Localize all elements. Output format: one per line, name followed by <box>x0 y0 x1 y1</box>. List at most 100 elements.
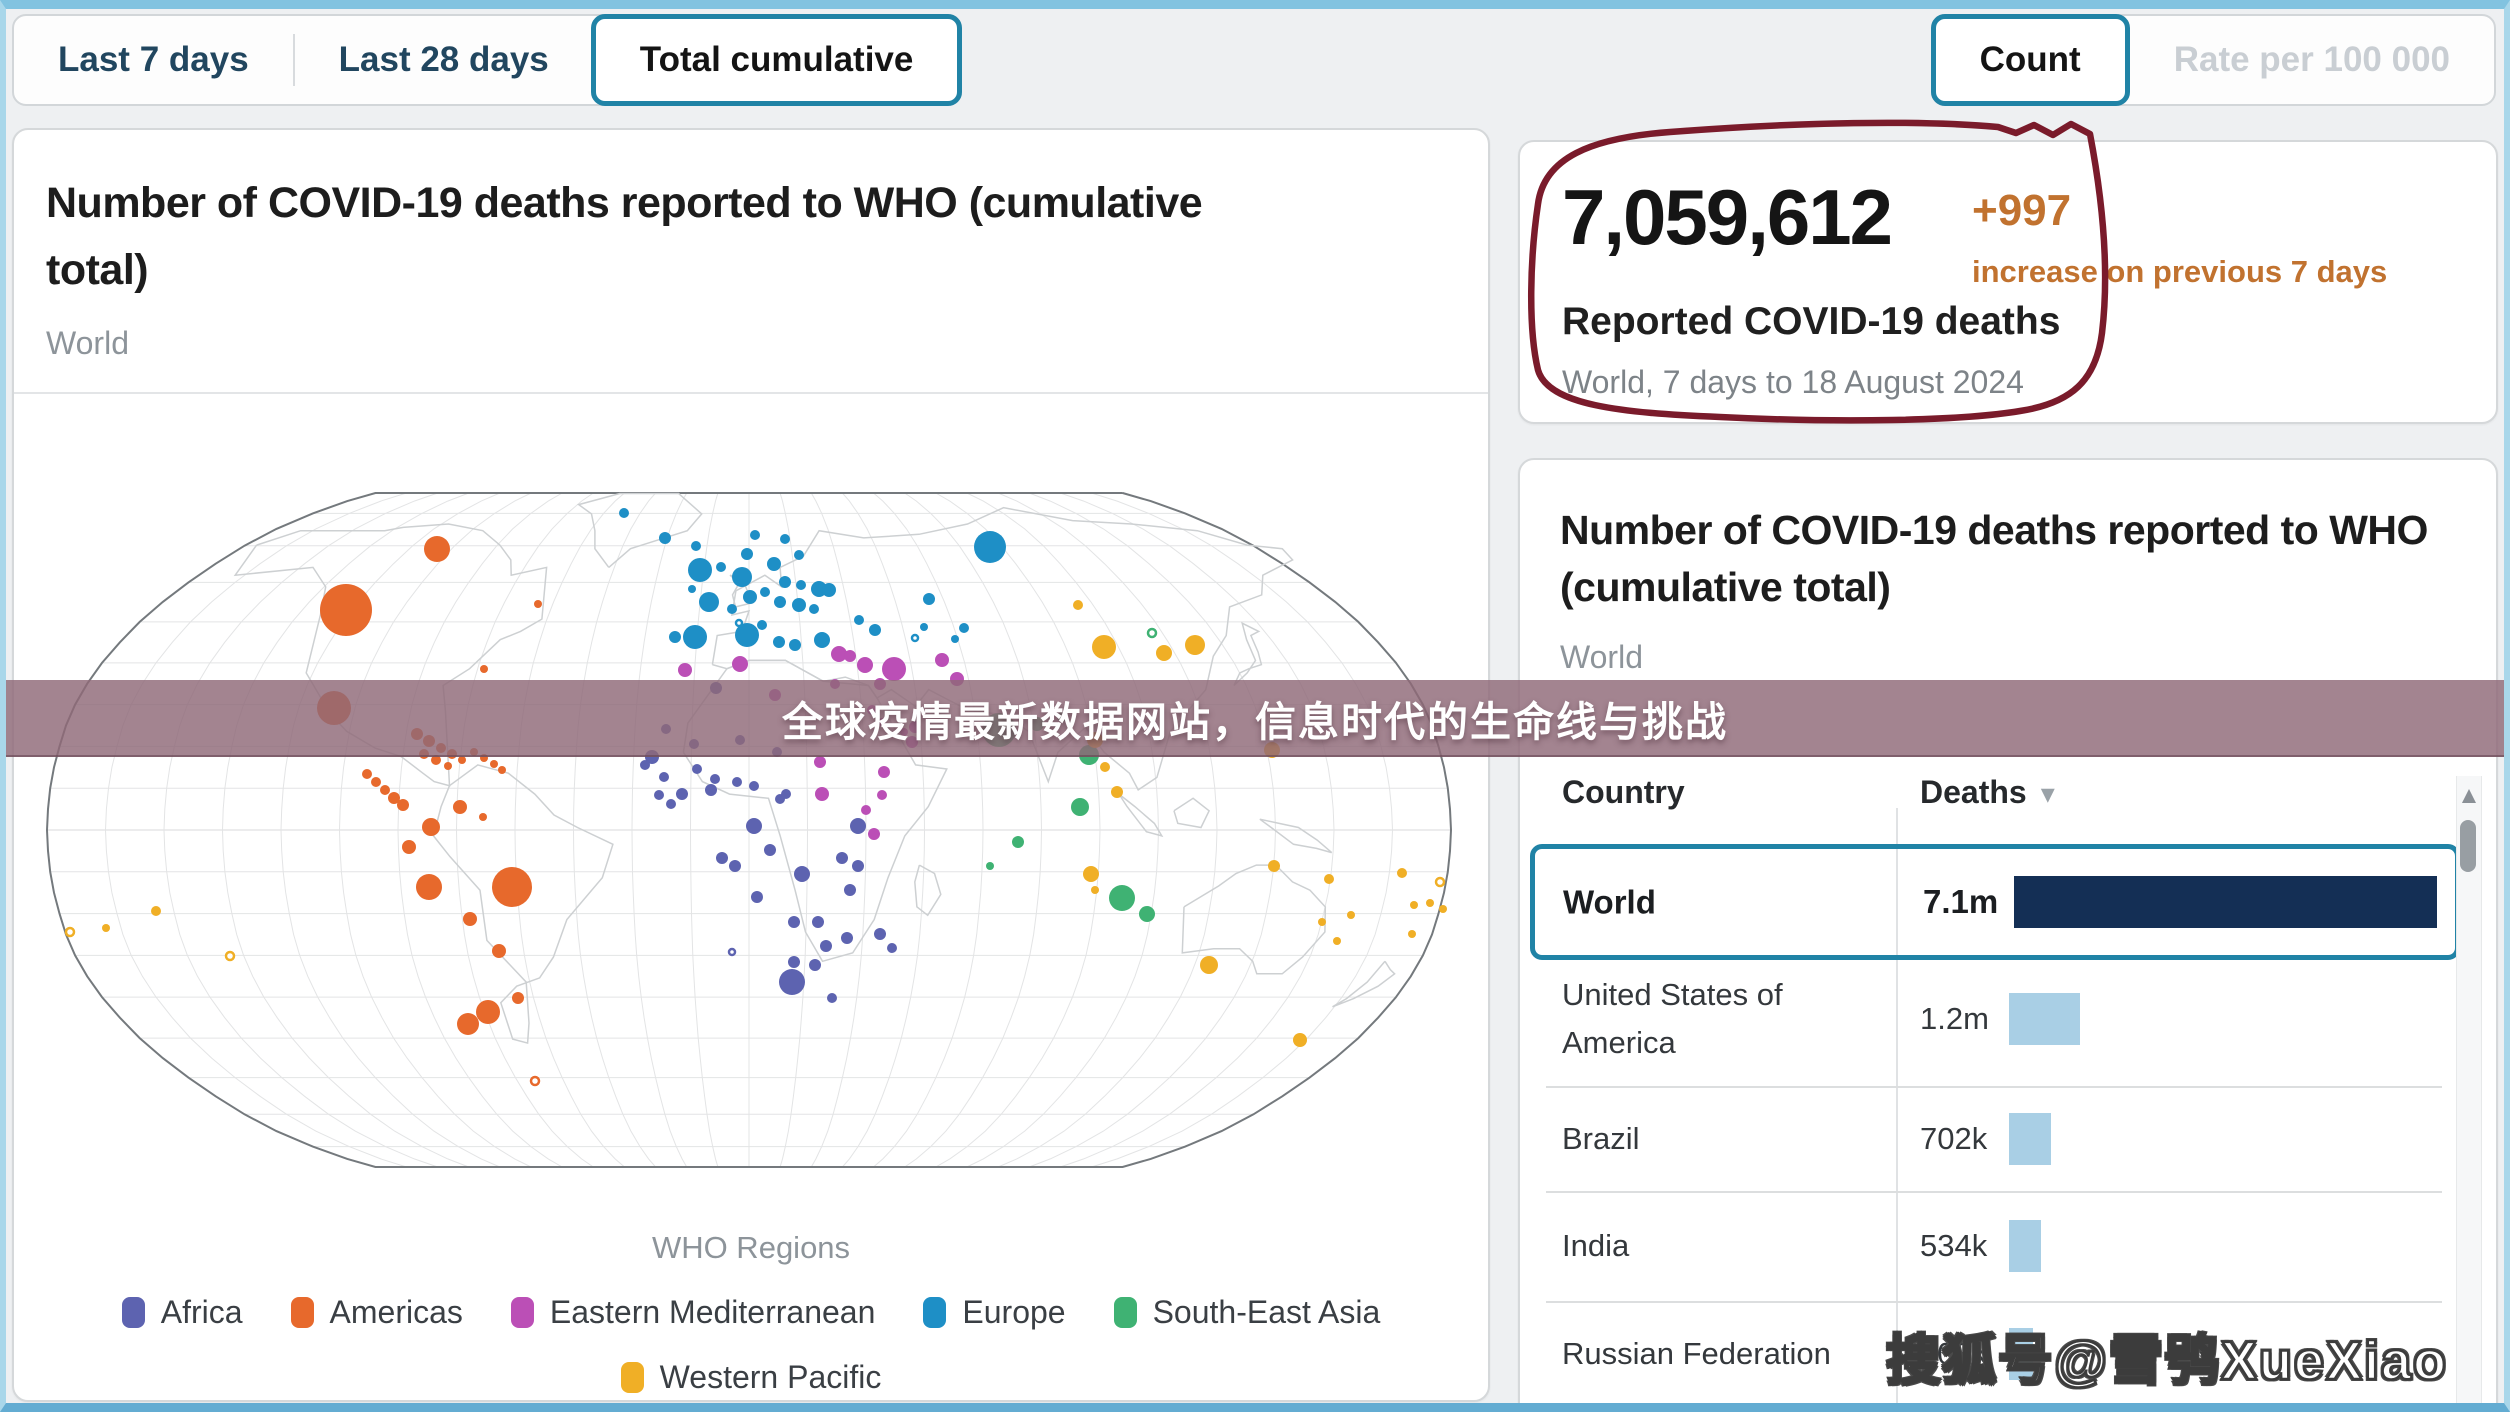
country-bubble-amr[interactable] <box>320 584 372 636</box>
country-bubble-eur[interactable] <box>691 541 701 551</box>
country-bubble-eur[interactable] <box>869 624 881 636</box>
country-bubble-eur[interactable] <box>789 639 801 651</box>
country-bubble-afr[interactable] <box>732 777 742 787</box>
country-bubble-sea[interactable] <box>1139 906 1155 922</box>
country-bubble-eur[interactable] <box>683 625 707 649</box>
country-bubble-amr[interactable] <box>457 1013 479 1035</box>
country-bubble-afr[interactable] <box>809 959 821 971</box>
legend-item-americas[interactable]: Americas <box>290 1294 463 1331</box>
country-bubble-amr[interactable] <box>492 944 506 958</box>
country-bubble-emr[interactable] <box>732 656 748 672</box>
country-bubble-wpr[interactable] <box>1426 899 1434 907</box>
country-bubble-afr[interactable] <box>836 852 848 864</box>
country-bubble-emr[interactable] <box>868 828 880 840</box>
country-bubble-eur[interactable] <box>688 558 712 582</box>
country-bubble-wpr[interactable] <box>1318 918 1326 926</box>
table-scrollbar[interactable]: ▲ <box>2456 776 2482 1406</box>
country-bubble-eur[interactable] <box>780 534 790 544</box>
country-bubble-afr[interactable] <box>692 764 702 774</box>
country-bubble-amr[interactable] <box>463 912 477 926</box>
country-bubble-amr[interactable] <box>492 867 532 907</box>
tab-total-cumulative[interactable]: Total cumulative <box>590 14 963 106</box>
country-bubble-eur[interactable] <box>923 593 935 605</box>
country-bubble-afr[interactable] <box>781 789 791 799</box>
country-bubble-emr[interactable] <box>857 657 873 673</box>
country-bubble-sea[interactable] <box>1146 627 1158 639</box>
country-bubble-emr[interactable] <box>878 766 890 778</box>
country-bubble-wpr[interactable] <box>1410 901 1418 909</box>
country-bubble-afr[interactable] <box>788 916 800 928</box>
table-row-united-states-of-america[interactable]: United States of America 1.2m <box>1520 952 2460 1086</box>
country-bubble-afr[interactable] <box>716 852 728 864</box>
scrollbar-up-icon[interactable]: ▲ <box>2457 782 2481 810</box>
country-bubble-eur[interactable] <box>822 583 836 597</box>
country-bubble-amr[interactable] <box>529 1075 541 1087</box>
country-bubble-amr[interactable] <box>416 874 442 900</box>
country-bubble-afr[interactable] <box>820 940 832 952</box>
country-bubble-afr[interactable] <box>827 993 837 1003</box>
country-bubble-amr[interactable] <box>534 600 542 608</box>
country-bubble-eur[interactable] <box>743 590 757 604</box>
country-bubble-amr[interactable] <box>380 785 390 795</box>
table-row-world[interactable]: World 7.1m <box>1530 844 2460 960</box>
country-bubble-afr[interactable] <box>779 969 805 995</box>
country-bubble-sea[interactable] <box>1012 836 1024 848</box>
country-bubble-wpr[interactable] <box>1268 860 1280 872</box>
country-bubble-afr[interactable] <box>705 784 717 796</box>
tab-last-28-days[interactable]: Last 28 days <box>295 16 593 104</box>
country-bubble-eur[interactable] <box>688 585 696 593</box>
country-bubble-afr[interactable] <box>654 790 664 800</box>
country-bubble-wpr[interactable] <box>1185 635 1205 655</box>
country-bubble-afr[interactable] <box>746 818 762 834</box>
country-bubble-afr[interactable] <box>841 932 853 944</box>
country-bubble-eur[interactable] <box>699 592 719 612</box>
country-bubble-afr[interactable] <box>887 943 897 953</box>
country-bubble-eur[interactable] <box>659 532 671 544</box>
country-bubble-afr[interactable] <box>666 799 676 809</box>
country-bubble-wpr[interactable] <box>1324 874 1334 884</box>
country-bubble-eur[interactable] <box>773 636 785 648</box>
country-bubble-wpr[interactable] <box>1156 645 1172 661</box>
country-bubble-eur[interactable] <box>760 587 770 597</box>
country-bubble-eur[interactable] <box>716 562 726 572</box>
country-bubble-wpr[interactable] <box>1434 876 1446 888</box>
country-bubble-amr[interactable] <box>424 536 450 562</box>
country-bubble-amr[interactable] <box>479 813 487 821</box>
country-bubble-emr[interactable] <box>678 663 692 677</box>
country-bubble-amr[interactable] <box>362 769 372 779</box>
country-bubble-amr[interactable] <box>498 766 506 774</box>
country-bubble-wpr[interactable] <box>1091 886 1099 894</box>
country-bubble-eur[interactable] <box>951 635 959 643</box>
country-bubble-eur[interactable] <box>779 576 791 588</box>
country-bubble-eur[interactable] <box>794 550 804 560</box>
country-bubble-amr[interactable] <box>371 777 381 787</box>
country-bubble-amr[interactable] <box>422 818 440 836</box>
country-bubble-afr[interactable] <box>852 860 864 872</box>
country-bubble-eur[interactable] <box>767 557 781 571</box>
country-bubble-amr[interactable] <box>512 992 524 1004</box>
country-bubble-afr[interactable] <box>764 844 776 856</box>
country-bubble-wpr[interactable] <box>1439 905 1447 913</box>
country-bubble-eur[interactable] <box>619 508 629 518</box>
country-bubble-amr[interactable] <box>476 1000 500 1024</box>
country-bubble-emr[interactable] <box>861 805 871 815</box>
country-bubble-afr[interactable] <box>850 818 866 834</box>
country-bubble-emr[interactable] <box>815 787 829 801</box>
country-bubble-wpr[interactable] <box>102 924 110 932</box>
country-bubble-wpr[interactable] <box>1100 762 1110 772</box>
country-bubble-amr[interactable] <box>490 760 498 768</box>
table-row-india[interactable]: India 534k <box>1520 1191 2460 1301</box>
country-bubble-emr[interactable] <box>814 756 826 768</box>
country-bubble-afr[interactable] <box>751 891 763 903</box>
column-header-country[interactable]: Country <box>1562 774 1685 811</box>
country-bubble-eur[interactable] <box>959 623 969 633</box>
country-bubble-wpr[interactable] <box>1083 866 1099 882</box>
legend-item-south-east-asia[interactable]: South-East Asia <box>1113 1294 1380 1331</box>
legend-item-eastern-mediterranean[interactable]: Eastern Mediterranean <box>510 1294 875 1331</box>
country-bubble-afr[interactable] <box>874 928 886 940</box>
country-bubble-sea[interactable] <box>986 862 994 870</box>
country-bubble-eur[interactable] <box>741 548 753 560</box>
country-bubble-wpr[interactable] <box>1073 600 1083 610</box>
country-bubble-afr[interactable] <box>729 860 741 872</box>
country-bubble-afr[interactable] <box>794 866 810 882</box>
